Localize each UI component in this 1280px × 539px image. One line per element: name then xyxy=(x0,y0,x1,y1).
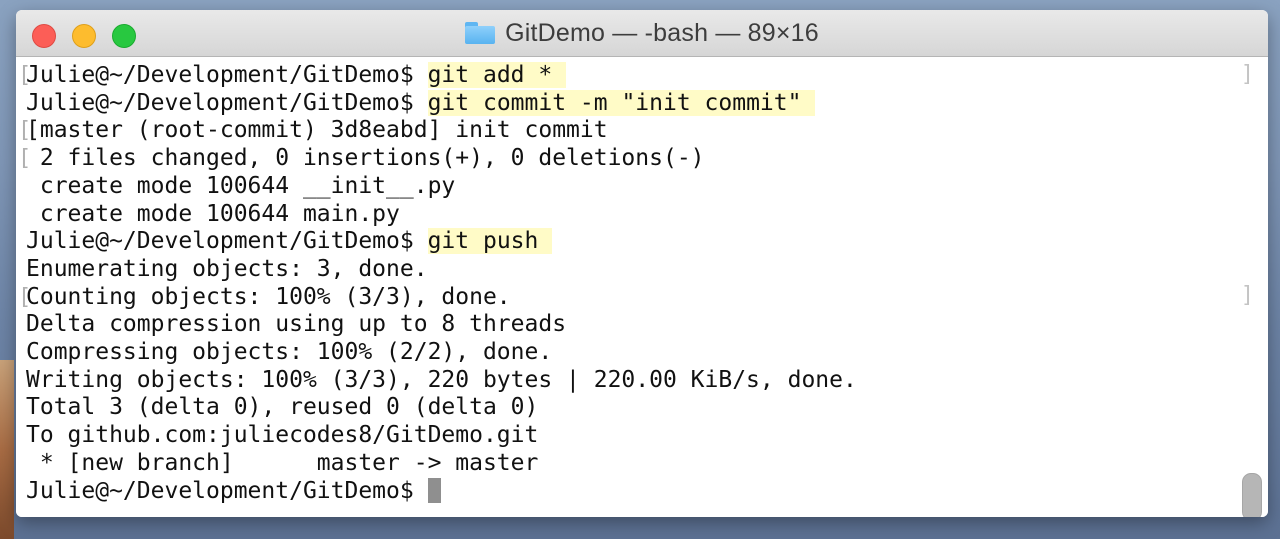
output-text: [master (root-commit) 3d8eabd] init comm… xyxy=(26,117,608,144)
terminal-line: Julie@~/Development/GitDemo$ git commit … xyxy=(26,89,816,118)
line-marker: ] xyxy=(1240,62,1254,87)
title-bar[interactable]: GitDemo — -bash — 89×16 xyxy=(16,10,1268,57)
prompt: Julie@~/Development/GitDemo$ xyxy=(26,89,428,116)
window-title-group: GitDemo — -bash — 89×16 xyxy=(16,10,1268,56)
prompt: Julie@~/Development/GitDemo$ xyxy=(26,228,428,255)
output-text: create mode 100644 __init__.py xyxy=(26,172,456,199)
terminal-line: Julie@~/Development/GitDemo$ xyxy=(26,477,441,506)
output-text: Compressing objects: 100% (2/2), done. xyxy=(26,339,553,365)
command-text: git add * xyxy=(427,62,567,88)
output-text: Total 3 (delta 0), reused 0 (delta 0) xyxy=(26,394,539,421)
desktop-background xyxy=(0,360,14,539)
terminal-line: Compressing objects: 100% (2/2), done. xyxy=(26,339,552,367)
scrollbar-thumb[interactable] xyxy=(1242,473,1262,517)
window-title: GitDemo — -bash — 89×16 xyxy=(505,18,819,47)
folder-icon xyxy=(465,22,496,44)
terminal-line: [[master (root-commit) 3d8eabd] init com… xyxy=(18,117,608,144)
terminal-line: create mode 100644 main.py xyxy=(26,201,400,229)
prompt: Julie@~/Development/GitDemo$ xyxy=(26,477,428,504)
output-text: 2 files changed, 0 insertions(+), 0 dele… xyxy=(26,145,705,172)
terminal-line: To github.com:juliecodes8/GitDemo.git xyxy=(26,422,538,450)
terminal-line: Writing objects: 100% (3/3), 220 bytes |… xyxy=(26,367,857,395)
prompt: Julie@~/Development/GitDemo$ xyxy=(26,62,428,88)
terminal-line: Enumerating objects: 3, done. xyxy=(26,256,428,284)
line-marker: ] xyxy=(1240,283,1254,308)
terminal-line: Delta compression using up to 8 threads xyxy=(26,311,566,339)
output-text: create mode 100644 main.py xyxy=(26,200,400,227)
terminal-window: GitDemo — -bash — 89×16 [Julie@~/Develop… xyxy=(16,10,1268,517)
text-cursor xyxy=(427,477,441,503)
command-text: git push xyxy=(427,228,553,255)
output-text: * [new branch] master -> master xyxy=(26,449,539,476)
terminal-line: Julie@~/Development/GitDemo$ git push xyxy=(26,228,553,256)
terminal-line: [Counting objects: 100% (3/3), done. xyxy=(18,283,511,310)
terminal-line: * [new branch] master -> master xyxy=(26,449,539,478)
output-text: Writing objects: 100% (3/3), 220 bytes |… xyxy=(26,366,857,393)
terminal-line: [ 2 files changed, 0 insertions(+), 0 de… xyxy=(18,145,705,172)
output-text: Delta compression using up to 8 threads xyxy=(26,311,567,338)
terminal-line: Total 3 (delta 0), reused 0 (delta 0) xyxy=(26,394,538,422)
output-text: Enumerating objects: 3, done. xyxy=(26,255,428,282)
output-text: To github.com:juliecodes8/GitDemo.git xyxy=(26,422,539,449)
terminal-line: [Julie@~/Development/GitDemo$ git add * xyxy=(18,62,567,88)
terminal-content[interactable]: [Julie@~/Development/GitDemo$ git add * … xyxy=(16,57,1268,517)
output-text: Counting objects: 100% (3/3), done. xyxy=(26,283,511,310)
terminal-line: create mode 100644 __init__.py xyxy=(26,173,455,201)
command-text: git commit -m "init commit" xyxy=(427,89,816,116)
